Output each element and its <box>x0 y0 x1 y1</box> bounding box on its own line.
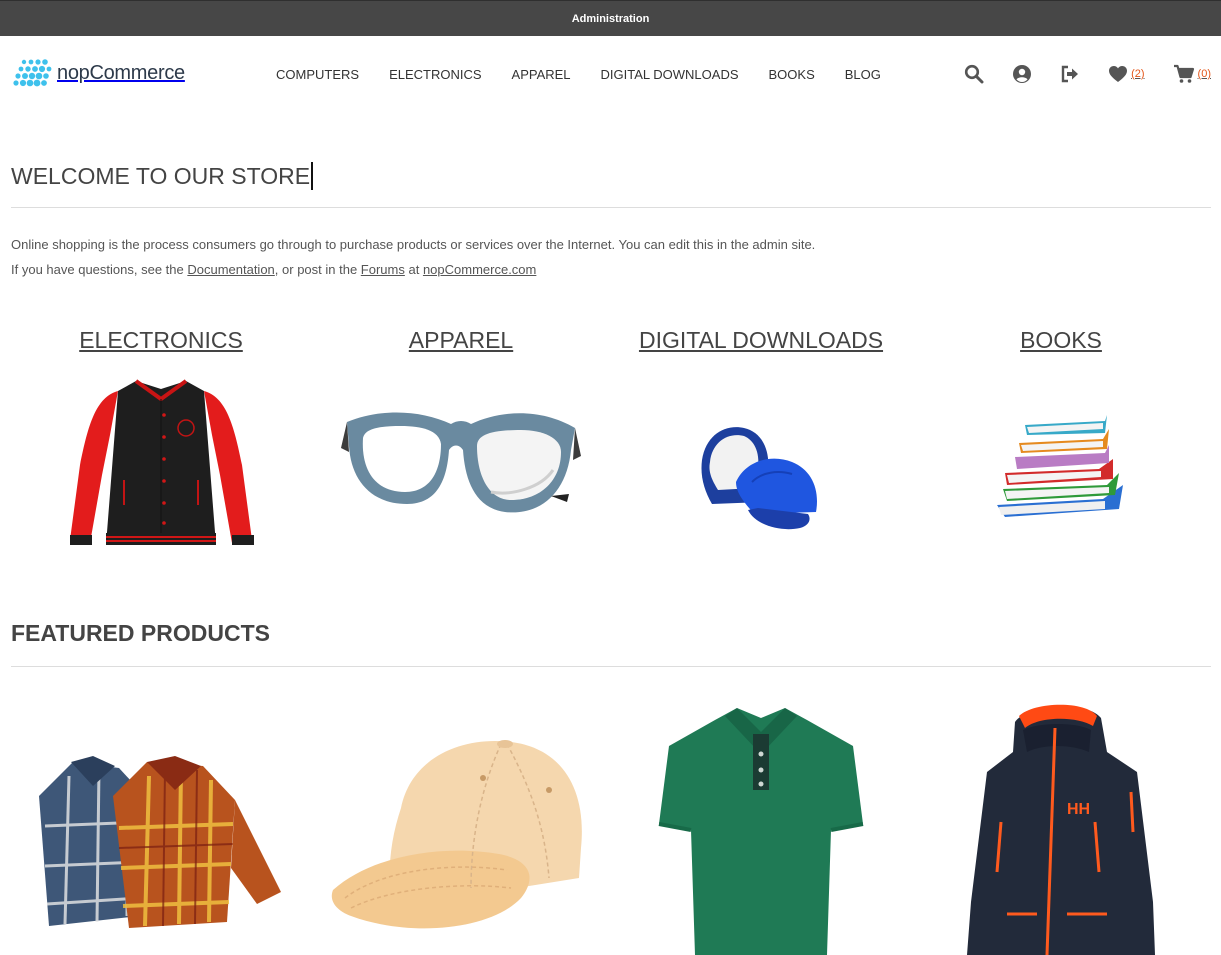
divider <box>11 207 1211 208</box>
varsity-jacket-image[interactable] <box>66 375 256 555</box>
plaid-shirts-image[interactable] <box>35 756 285 931</box>
category-title[interactable]: APPAREL <box>311 327 611 354</box>
shopping-cart-link[interactable]: (0) <box>1173 64 1211 84</box>
documentation-link[interactable]: Documentation <box>187 262 274 277</box>
menu-item-digital-downloads[interactable]: DIGITAL DOWNLOADS <box>586 67 754 82</box>
jacket-brand-logo: HH <box>1067 801 1090 818</box>
book-stack-image[interactable] <box>997 415 1123 517</box>
product-item[interactable]: HH <box>911 690 1211 955</box>
logo-dots-icon <box>13 59 52 87</box>
logo[interactable]: nopCommerce <box>12 58 185 88</box>
menu-item-computers[interactable]: COMPUTERS <box>261 67 374 82</box>
eyeglasses-image[interactable] <box>341 412 581 513</box>
product-item[interactable] <box>11 690 311 955</box>
category-grid: ELECTRONICS APPAREL DIGITAL DOWNLOADS BO… <box>11 325 1211 565</box>
product-item[interactable] <box>611 690 911 955</box>
menu-item-books[interactable]: BOOKS <box>754 67 830 82</box>
admin-bar: Administration <box>0 0 1221 36</box>
heart-icon <box>1109 66 1128 82</box>
product-item[interactable] <box>311 690 611 955</box>
search-button[interactable] <box>964 64 984 84</box>
wishlist-count: (2) <box>1131 68 1145 80</box>
menu-item-electronics[interactable]: ELECTRONICS <box>374 67 496 82</box>
category-title[interactable]: DIGITAL DOWNLOADS <box>611 327 911 354</box>
category-item-digital-downloads[interactable]: DIGITAL DOWNLOADS <box>611 325 911 565</box>
featured-products-title: FEATURED PRODUCTS <box>11 620 270 646</box>
welcome-text-fragment: If you have questions, see the <box>11 262 188 277</box>
menu-item-blog[interactable]: BLOG <box>830 67 896 82</box>
featured-products-grid: HH <box>11 690 1211 955</box>
logo-text: nopCommerce <box>57 61 185 84</box>
text-cursor <box>311 162 314 190</box>
menu-item-apparel[interactable]: APPAREL <box>497 67 586 82</box>
logout-icon <box>1061 65 1079 83</box>
welcome-title[interactable]: WELCOME TO OUR STORE <box>11 162 314 190</box>
account-button[interactable] <box>1012 64 1032 84</box>
cart-count: (0) <box>1197 68 1211 80</box>
administration-link[interactable]: Administration <box>572 13 650 25</box>
cart-icon <box>1173 64 1194 83</box>
welcome-title-text: WELCOME TO OUR STORE <box>11 162 311 189</box>
top-menu: COMPUTERS ELECTRONICS APPAREL DIGITAL DO… <box>261 36 896 112</box>
divider <box>11 666 1211 667</box>
welcome-line-1: Online shopping is the process consumers… <box>11 237 816 252</box>
category-title[interactable]: ELECTRONICS <box>11 327 311 354</box>
header-links: (2) (0) <box>936 36 1211 112</box>
wishlist-link[interactable]: (2) <box>1108 65 1145 83</box>
logout-button[interactable] <box>1060 64 1080 84</box>
baseball-caps-image[interactable] <box>701 427 817 530</box>
forums-link[interactable]: Forums <box>361 262 405 277</box>
account-icon <box>1013 65 1032 83</box>
welcome-text-fragment: , or post in the <box>274 262 361 277</box>
search-icon <box>964 64 984 84</box>
category-item-books[interactable]: BOOKS <box>911 325 1211 565</box>
green-polo-shirt-image[interactable] <box>657 706 865 955</box>
baseball-cap-image[interactable] <box>331 738 587 936</box>
category-title[interactable]: BOOKS <box>911 327 1211 354</box>
category-item-apparel[interactable]: APPAREL <box>311 325 611 565</box>
welcome-text-fragment: at <box>404 262 423 277</box>
rain-jacket-image[interactable]: HH <box>967 702 1157 955</box>
nopcommerce-site-link[interactable]: nopCommerce.com <box>423 262 536 277</box>
welcome-text: Online shopping is the process consumers… <box>11 232 815 282</box>
category-item-electronics[interactable]: ELECTRONICS <box>11 325 311 565</box>
welcome-line-2: If you have questions, see the Documenta… <box>11 257 815 282</box>
header: nopCommerce COMPUTERS ELECTRONICS APPARE… <box>0 36 1221 112</box>
